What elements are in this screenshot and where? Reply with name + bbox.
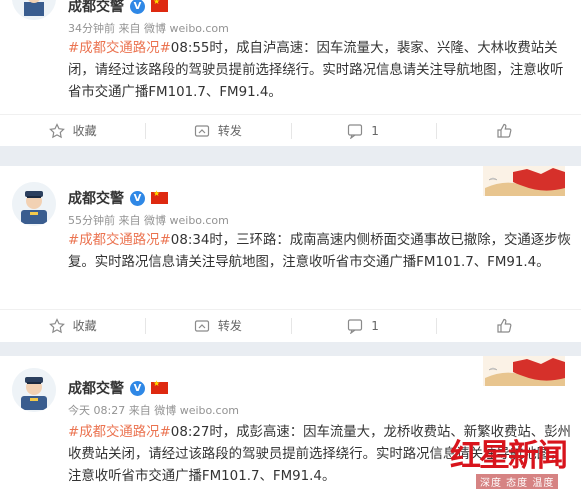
comment-button[interactable]: 1 [290, 115, 436, 146]
red-star-news-watermark: 红星新闻 深度 态度 温度 [448, 430, 572, 494]
like-icon [496, 123, 512, 139]
post-source: 来自 微博 weibo.com [128, 404, 240, 417]
post-time[interactable]: 今天 08:27 [68, 404, 125, 417]
author-row: 成都交警 V [68, 378, 168, 398]
collect-label: 收藏 [72, 124, 97, 138]
avatar[interactable] [12, 0, 56, 20]
post-source: 来自 微博 weibo.com [118, 22, 229, 35]
comment-button[interactable]: 1 [290, 310, 436, 341]
weibo-post: 成都交警 V 34分钟前 来自 微博 weibo.com #成都交通路况#08:… [0, 0, 581, 146]
comment-count: 1 [371, 318, 379, 333]
post-meta: 55分钟前 来自 微博 weibo.com [68, 212, 229, 228]
post-text: #成都交通路况#08:55时，成自泸高速：因车流量大，裴家、兴隆、大林收费站关闭… [68, 38, 573, 104]
comment-icon [347, 123, 363, 139]
china-flag-icon [151, 0, 168, 12]
verified-icon: V [130, 0, 145, 14]
hashtag-link[interactable]: #成都交通路况# [68, 425, 171, 440]
author-name[interactable]: 成都交警 [68, 0, 124, 16]
action-bar: 收藏 转发 1 [0, 309, 581, 341]
post-source: 来自 微博 weibo.com [118, 214, 229, 227]
collect-button[interactable]: 收藏 [0, 310, 145, 341]
post-time[interactable]: 55分钟前 [68, 214, 115, 227]
watermark-subtitle: 深度 态度 温度 [476, 474, 559, 489]
verified-icon: V [130, 380, 145, 396]
collect-button[interactable]: 收藏 [0, 115, 145, 146]
like-button[interactable] [435, 310, 581, 341]
collect-icon [48, 317, 65, 334]
forward-icon [194, 123, 210, 139]
action-bar: 收藏 转发 1 [0, 114, 581, 146]
collect-label: 收藏 [72, 319, 97, 333]
watermark-title: 红星新闻 [450, 438, 568, 474]
avatar[interactable] [12, 182, 56, 226]
forward-label: 转发 [217, 124, 242, 138]
forward-label: 转发 [217, 319, 242, 333]
post-text: #成都交通路况#08:34时，三环路：成南高速内侧桥面交通事故已撤除，交通逐步恢… [68, 230, 573, 274]
forward-icon [194, 318, 210, 334]
great-wall-banner [483, 0, 565, 8]
post-time[interactable]: 34分钟前 [68, 22, 115, 35]
avatar[interactable] [12, 368, 56, 412]
like-button[interactable] [435, 115, 581, 146]
china-flag-icon [151, 379, 168, 394]
author-name[interactable]: 成都交警 [68, 378, 124, 398]
author-row: 成都交警 V [68, 188, 168, 208]
forward-button[interactable]: 转发 [145, 310, 290, 341]
comment-count: 1 [371, 123, 379, 138]
author-name[interactable]: 成都交警 [68, 188, 124, 208]
china-flag-icon [151, 189, 168, 204]
verified-icon: V [130, 190, 145, 206]
great-wall-banner [483, 166, 565, 196]
collect-icon [48, 122, 65, 139]
post-meta: 34分钟前 来自 微博 weibo.com [68, 20, 229, 36]
post-meta: 今天 08:27 来自 微博 weibo.com [68, 402, 239, 418]
great-wall-banner [483, 356, 565, 386]
hashtag-link[interactable]: #成都交通路况# [68, 41, 171, 56]
author-row: 成都交警 V [68, 0, 168, 16]
like-icon [496, 318, 512, 334]
forward-button[interactable]: 转发 [145, 115, 290, 146]
weibo-post: 成都交警 V 55分钟前 来自 微博 weibo.com #成都交通路况#08:… [0, 166, 581, 342]
hashtag-link[interactable]: #成都交通路况# [68, 233, 171, 248]
comment-icon [347, 318, 363, 334]
